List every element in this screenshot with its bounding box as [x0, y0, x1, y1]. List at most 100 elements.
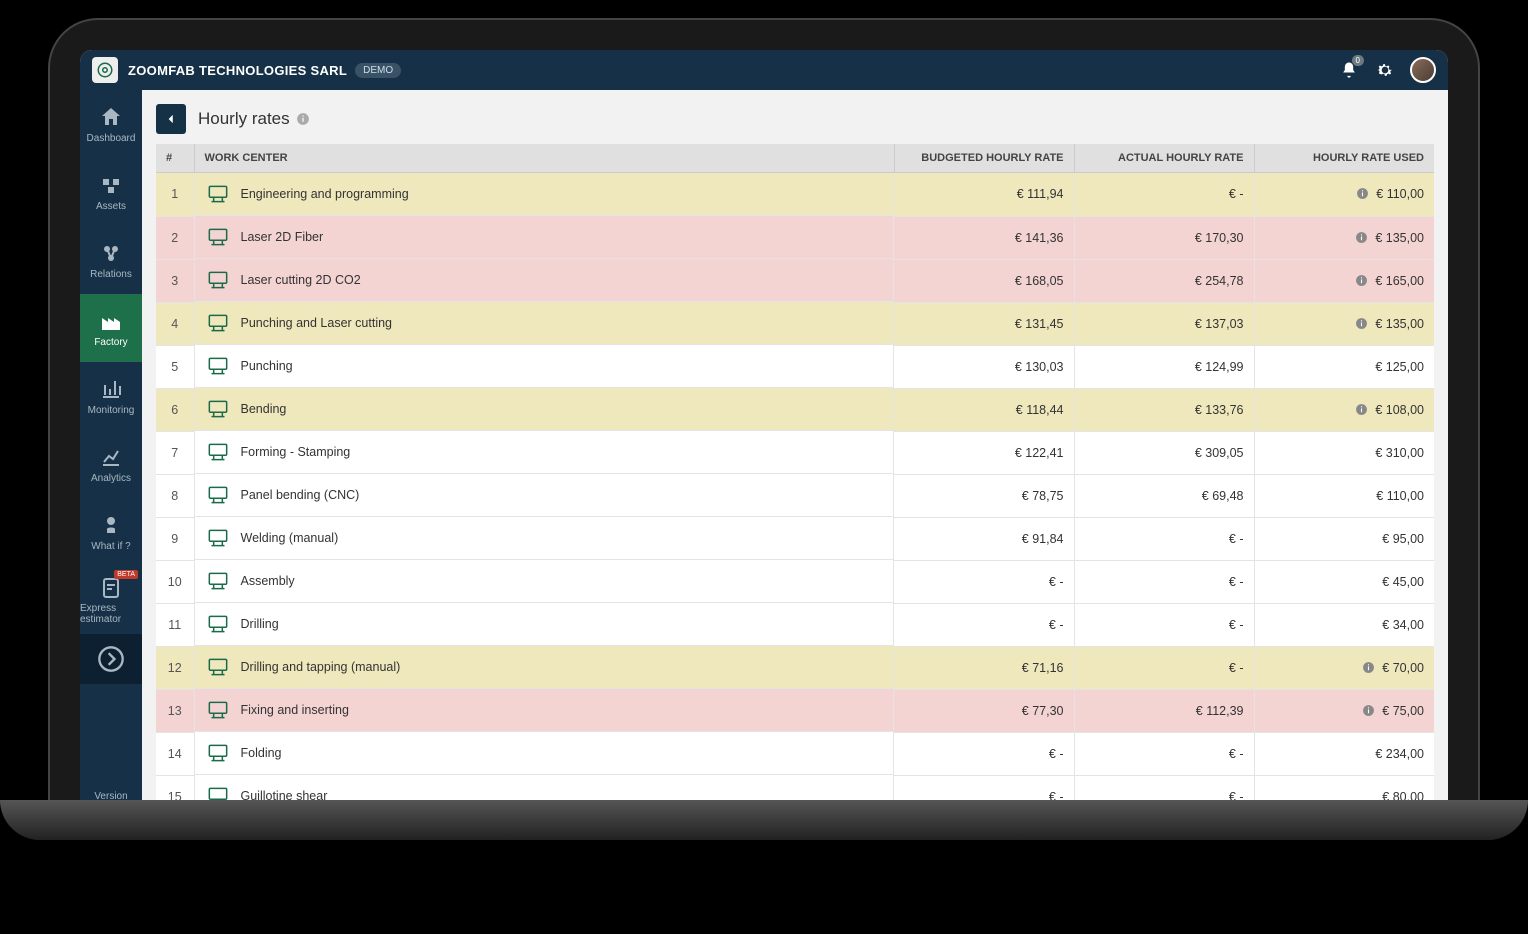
row-budgeted: € 78,75	[894, 474, 1074, 517]
info-icon[interactable]	[1355, 231, 1368, 244]
work-center-icon	[205, 611, 231, 637]
row-budgeted: € 111,94	[894, 173, 1074, 217]
row-actual: € 170,30	[1074, 216, 1254, 259]
sidebar-item-whatif[interactable]: What if ?	[80, 498, 142, 566]
sidebar-item-factory[interactable]: Factory	[80, 294, 142, 362]
table-row[interactable]: 2Laser 2D Fiber€ 141,36€ 170,30 € 135,00	[156, 216, 1434, 259]
col-work-center: WORK CENTER	[194, 144, 894, 173]
col-index: #	[156, 144, 194, 173]
row-name: Folding	[195, 732, 895, 775]
table-row[interactable]: 1Engineering and programming€ 111,94€ - …	[156, 173, 1434, 217]
info-icon[interactable]	[1355, 403, 1368, 416]
table-row[interactable]: 14Folding€ -€ - € 234,00	[156, 732, 1434, 775]
row-budgeted: € -	[894, 560, 1074, 603]
sidebar-item-label: Monitoring	[88, 405, 135, 416]
sidebar-item-label: Relations	[90, 269, 132, 280]
info-icon[interactable]	[296, 112, 310, 126]
sidebar-item-monitoring[interactable]: Monitoring	[80, 362, 142, 430]
info-icon[interactable]	[1356, 187, 1369, 200]
table-row[interactable]: 9Welding (manual)€ 91,84€ - € 95,00	[156, 517, 1434, 560]
row-name: Assembly	[195, 560, 895, 603]
table-row[interactable]: 11Drilling€ -€ - € 34,00	[156, 603, 1434, 646]
monitoring-icon	[99, 377, 123, 401]
work-center-icon	[205, 224, 231, 250]
row-budgeted: € 71,16	[894, 646, 1074, 689]
sidebar-item-analytics[interactable]: Analytics	[80, 430, 142, 498]
row-index: 9	[156, 517, 194, 560]
row-index: 1	[156, 173, 194, 217]
sidebar-item-estimator[interactable]: BETAExpress estimator	[80, 566, 142, 634]
info-icon[interactable]	[1362, 704, 1375, 717]
row-name: Laser 2D Fiber	[195, 216, 895, 259]
row-name: Forming - Stamping	[195, 431, 895, 474]
row-index: 10	[156, 560, 194, 603]
row-actual: € 124,99	[1074, 345, 1254, 388]
sidebar-item-label: Dashboard	[87, 133, 136, 144]
row-name: Drilling	[195, 603, 895, 646]
row-index: 2	[156, 216, 194, 259]
table-row[interactable]: 13Fixing and inserting€ 77,30€ 112,39 € …	[156, 689, 1434, 732]
row-used: € 110,00	[1254, 173, 1434, 217]
row-name: Punching and Laser cutting	[195, 302, 895, 345]
row-used: € 135,00	[1254, 302, 1434, 345]
row-used: € 125,00	[1254, 345, 1434, 388]
row-used: € 95,00	[1254, 517, 1434, 560]
table-row[interactable]: 6Bending€ 118,44€ 133,76 € 108,00	[156, 388, 1434, 431]
sidebar-item-label: Assets	[96, 201, 126, 212]
row-index: 14	[156, 732, 194, 775]
back-button[interactable]	[156, 104, 186, 134]
assets-icon	[99, 173, 123, 197]
work-center-icon	[205, 525, 231, 551]
sidebar-item-relations[interactable]: Relations	[80, 226, 142, 294]
sidebar-item-label: What if ?	[91, 541, 130, 552]
table-row[interactable]: 7Forming - Stamping€ 122,41€ 309,05 € 31…	[156, 431, 1434, 474]
gear-icon	[96, 61, 114, 79]
row-budgeted: € -	[894, 603, 1074, 646]
row-actual: € 133,76	[1074, 388, 1254, 431]
row-actual: € 254,78	[1074, 259, 1254, 302]
row-actual: € 112,39	[1074, 689, 1254, 732]
row-index: 3	[156, 259, 194, 302]
row-used: € 165,00	[1254, 259, 1434, 302]
settings-button[interactable]	[1374, 59, 1396, 81]
sidebar-item-assets[interactable]: Assets	[80, 158, 142, 226]
work-center-icon	[205, 181, 231, 207]
arrow-right-icon	[97, 645, 125, 673]
row-budgeted: € 130,03	[894, 345, 1074, 388]
table-row[interactable]: 12Drilling and tapping (manual)€ 71,16€ …	[156, 646, 1434, 689]
row-budgeted: € 77,30	[894, 689, 1074, 732]
row-used: € 234,00	[1254, 732, 1434, 775]
info-icon[interactable]	[1355, 274, 1368, 287]
notifications-button[interactable]: 0	[1338, 59, 1360, 81]
work-center-icon	[205, 740, 231, 766]
row-actual: € 69,48	[1074, 474, 1254, 517]
work-center-icon	[205, 654, 231, 680]
row-actual: € -	[1074, 732, 1254, 775]
row-index: 4	[156, 302, 194, 345]
table-row[interactable]: 4Punching and Laser cutting€ 131,45€ 137…	[156, 302, 1434, 345]
info-icon[interactable]	[1362, 661, 1375, 674]
row-budgeted: € -	[894, 732, 1074, 775]
row-used: € 108,00	[1254, 388, 1434, 431]
table-row[interactable]: 8Panel bending (CNC)€ 78,75€ 69,48 € 110…	[156, 474, 1434, 517]
row-budgeted: € 168,05	[894, 259, 1074, 302]
row-name: Welding (manual)	[195, 517, 895, 560]
table-row[interactable]: 5Punching€ 130,03€ 124,99 € 125,00	[156, 345, 1434, 388]
sidebar-item-home[interactable]: Dashboard	[80, 90, 142, 158]
row-budgeted: € 91,84	[894, 517, 1074, 560]
chevron-left-icon	[164, 112, 178, 126]
row-actual: € -	[1074, 603, 1254, 646]
row-name: Engineering and programming	[195, 173, 895, 216]
row-budgeted: € 131,45	[894, 302, 1074, 345]
table-row[interactable]: 3Laser cutting 2D CO2€ 168,05€ 254,78 € …	[156, 259, 1434, 302]
row-index: 7	[156, 431, 194, 474]
table-row[interactable]: 10Assembly€ -€ - € 45,00	[156, 560, 1434, 603]
work-center-icon	[205, 439, 231, 465]
row-name: Punching	[195, 345, 895, 388]
sidebar-expand-button[interactable]	[80, 634, 142, 684]
page-title: Hourly rates	[198, 109, 310, 129]
row-name: Drilling and tapping (manual)	[195, 646, 895, 689]
work-center-icon	[205, 353, 231, 379]
avatar[interactable]	[1410, 57, 1436, 83]
info-icon[interactable]	[1355, 317, 1368, 330]
